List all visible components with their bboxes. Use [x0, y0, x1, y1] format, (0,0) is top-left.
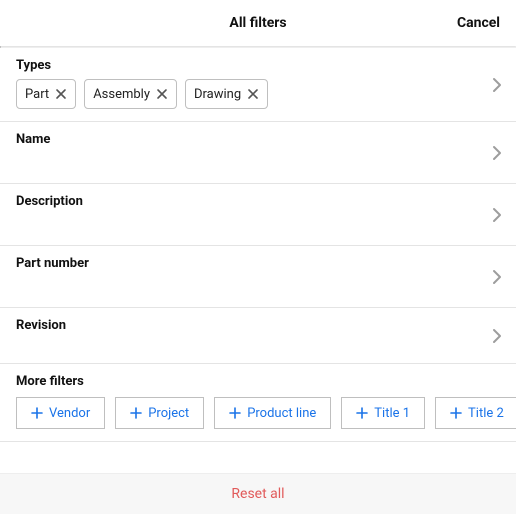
chip-label: Drawing: [194, 87, 241, 102]
add-filter-product-line[interactable]: Product line: [214, 397, 331, 429]
type-chip-drawing[interactable]: Drawing: [185, 79, 268, 109]
types-chip-row: Part Assembly Drawing: [16, 79, 500, 109]
section-label-types: Types: [16, 58, 500, 73]
chip-label: Assembly: [93, 87, 150, 102]
more-filters-label: More filters: [16, 374, 516, 389]
more-filters-chip-row: Vendor Project Product line Title 1 Titl…: [16, 397, 516, 429]
chip-label: Part: [25, 87, 49, 102]
section-label-description: Description: [16, 194, 500, 209]
reset-all-label: Reset all: [231, 486, 284, 502]
chip-label: Product line: [247, 406, 316, 421]
chevron-right-icon[interactable]: [492, 207, 502, 223]
chevron-right-icon[interactable]: [492, 145, 502, 161]
remove-chip-icon[interactable]: [55, 88, 67, 100]
chevron-right-icon[interactable]: [492, 269, 502, 285]
cancel-button[interactable]: Cancel: [457, 0, 500, 46]
chip-label: Title 1: [374, 406, 410, 421]
add-filter-project[interactable]: Project: [115, 397, 204, 429]
remove-chip-icon[interactable]: [247, 88, 259, 100]
chevron-right-icon[interactable]: [492, 328, 502, 344]
remove-chip-icon[interactable]: [156, 88, 168, 100]
add-filter-title-2[interactable]: Title 2: [435, 397, 516, 429]
filter-section-types: Types Part Assembly Drawing: [0, 48, 516, 122]
section-label-name: Name: [16, 132, 500, 147]
type-chip-assembly[interactable]: Assembly: [84, 79, 177, 109]
more-filters-section: More filters Vendor Project Product line…: [0, 364, 516, 442]
plus-icon: [130, 407, 142, 419]
reset-all-button[interactable]: Reset all: [0, 473, 516, 514]
plus-icon: [450, 407, 462, 419]
section-label-part-number: Part number: [16, 256, 500, 271]
filter-section-part-number[interactable]: Part number: [0, 246, 516, 308]
section-label-revision: Revision: [16, 318, 500, 333]
add-filter-title-1[interactable]: Title 1: [341, 397, 425, 429]
filter-section-revision[interactable]: Revision: [0, 308, 516, 364]
plus-icon: [229, 407, 241, 419]
filter-section-name[interactable]: Name: [0, 122, 516, 184]
add-filter-vendor[interactable]: Vendor: [16, 397, 105, 429]
chip-label: Vendor: [49, 406, 90, 421]
plus-icon: [31, 407, 43, 419]
header-title: All filters: [229, 15, 286, 31]
chevron-right-icon[interactable]: [492, 77, 502, 93]
plus-icon: [356, 407, 368, 419]
type-chip-part[interactable]: Part: [16, 79, 76, 109]
chip-label: Project: [148, 406, 189, 421]
chip-label: Title 2: [468, 406, 504, 421]
header-bar: All filters Cancel: [0, 0, 516, 46]
filter-section-description[interactable]: Description: [0, 184, 516, 246]
